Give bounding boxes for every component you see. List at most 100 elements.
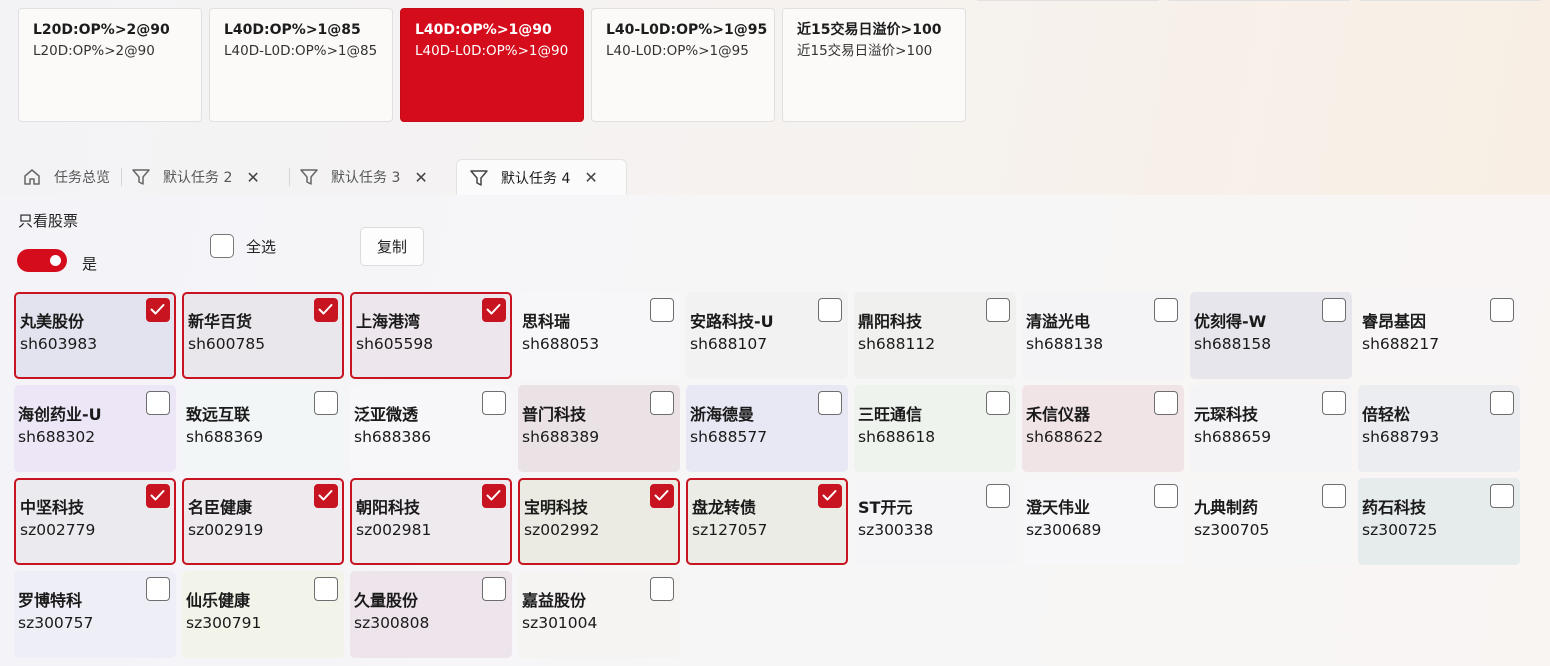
close-icon[interactable]: ✕ [584, 168, 597, 187]
tab-task-3[interactable]: 默认任务 3 ✕ [299, 159, 428, 195]
stock-card[interactable]: 元琛科技 sh688659 [1190, 385, 1352, 472]
toggle-knob [50, 255, 61, 266]
stock-card[interactable]: 罗博特科 sz300757 [14, 571, 176, 658]
close-icon[interactable]: ✕ [414, 168, 427, 187]
stock-code: sz002919 [188, 521, 264, 539]
checkbox[interactable] [1154, 484, 1178, 508]
stock-code: sz300791 [186, 614, 262, 632]
checkbox-checked[interactable] [650, 484, 674, 508]
checkbox-checked[interactable] [146, 298, 170, 322]
checkbox[interactable] [1322, 484, 1346, 508]
stock-code: sh688053 [522, 335, 600, 353]
checkbox[interactable] [1490, 391, 1514, 415]
stock-name: 普门科技 [522, 405, 587, 424]
stock-code: sh688112 [858, 335, 936, 353]
stock-card[interactable]: 新华百货 sh600785 [182, 292, 344, 379]
checkbox[interactable] [818, 391, 842, 415]
stock-name: 清溢光电 [1026, 312, 1091, 331]
filter-card-title: L40D:OP%>1@90 [415, 22, 552, 38]
checkbox[interactable] [314, 391, 338, 415]
check-icon [486, 304, 501, 315]
stock-code: sz300757 [18, 614, 94, 632]
stock-card[interactable]: ST开元 sz300338 [854, 478, 1016, 565]
stock-card[interactable]: 盘龙转债 sz127057 [686, 478, 848, 565]
stock-card[interactable]: 久量股份 sz300808 [350, 571, 512, 658]
filter-card-title: L40-L0D:OP%>1@95 [606, 22, 768, 38]
checkbox[interactable] [650, 391, 674, 415]
stock-card[interactable]: 海创药业-U sh688302 [14, 385, 176, 472]
stock-card[interactable]: 浙海德曼 sh688577 [686, 385, 848, 472]
checkbox[interactable] [986, 484, 1010, 508]
stock-name: 中坚科技 [20, 498, 85, 517]
checkbox[interactable] [482, 577, 506, 601]
checkbox[interactable] [146, 391, 170, 415]
checkbox[interactable] [1322, 298, 1346, 322]
stock-card[interactable]: 安路科技-U sh688107 [686, 292, 848, 379]
stock-card[interactable]: 思科瑞 sh688053 [518, 292, 680, 379]
checkbox-checked[interactable] [818, 484, 842, 508]
checkbox[interactable] [314, 577, 338, 601]
stock-card[interactable]: 澄天伟业 sz300689 [1022, 478, 1184, 565]
stock-card[interactable]: 睿昂基因 sh688217 [1358, 292, 1520, 379]
stock-card[interactable]: 三旺通信 sh688618 [854, 385, 1016, 472]
checkbox[interactable] [986, 298, 1010, 322]
tab-task-4[interactable]: 默认任务 4 ✕ [456, 159, 627, 195]
stock-card[interactable]: 丸美股份 sh603983 [14, 292, 176, 379]
checkbox[interactable] [818, 298, 842, 322]
stock-name: 仙乐健康 [186, 591, 251, 610]
stock-code: sz301004 [522, 614, 598, 632]
tab-task-2[interactable]: 默认任务 2 ✕ [131, 159, 260, 195]
filter-card-1[interactable]: L20D:OP%>2@90 L20D:OP%>2@90 [18, 8, 202, 122]
tab-label: 默认任务 2 [163, 170, 233, 186]
stock-card[interactable]: 嘉益股份 sz301004 [518, 571, 680, 658]
stock-card[interactable]: 朝阳科技 sz002981 [350, 478, 512, 565]
stock-card[interactable]: 泛亚微透 sh688386 [350, 385, 512, 472]
checkbox-checked[interactable] [314, 298, 338, 322]
stock-card[interactable]: 名臣健康 sz002919 [182, 478, 344, 565]
stock-card[interactable]: 宝明科技 sz002992 [518, 478, 680, 565]
checkbox[interactable] [146, 577, 170, 601]
checkbox-checked[interactable] [146, 484, 170, 508]
stock-card[interactable]: 中坚科技 sz002779 [14, 478, 176, 565]
checkbox-checked[interactable] [482, 484, 506, 508]
select-all-label: 全选 [246, 238, 277, 256]
filter-card-2[interactable]: L40D:OP%>1@85 L40D-L0D:OP%>1@85 [209, 8, 393, 122]
select-all-checkbox[interactable] [210, 234, 234, 258]
checkbox-checked[interactable] [482, 298, 506, 322]
check-icon [654, 490, 669, 501]
stock-code: sh605598 [356, 335, 434, 353]
filter-card-3-selected[interactable]: L40D:OP%>1@90 L40D-L0D:OP%>1@90 [400, 8, 584, 122]
stock-card[interactable]: 药石科技 sz300725 [1358, 478, 1520, 565]
stock-card[interactable]: 优刻得-W sh688158 [1190, 292, 1352, 379]
stock-card[interactable]: 九典制药 sz300705 [1190, 478, 1352, 565]
stock-code: sz300338 [858, 521, 934, 539]
checkbox[interactable] [650, 577, 674, 601]
checkbox[interactable] [1154, 391, 1178, 415]
checkbox[interactable] [1490, 484, 1514, 508]
stock-card[interactable]: 清溢光电 sh688138 [1022, 292, 1184, 379]
checkbox[interactable] [1490, 298, 1514, 322]
stock-code: sz127057 [692, 521, 768, 539]
only-stocks-toggle[interactable] [17, 249, 67, 272]
stock-card[interactable]: 上海港湾 sh605598 [350, 292, 512, 379]
stock-code: sz300725 [1362, 521, 1438, 539]
close-icon[interactable]: ✕ [246, 168, 259, 187]
copy-button[interactable]: 复制 [360, 227, 424, 266]
tab-overview[interactable]: 任务总览 [18, 159, 110, 195]
stock-card[interactable]: 鼎阳科技 sh688112 [854, 292, 1016, 379]
stock-card[interactable]: 仙乐健康 sz300791 [182, 571, 344, 658]
stock-card[interactable]: 致远互联 sh688369 [182, 385, 344, 472]
stock-name: 浙海德曼 [690, 405, 755, 424]
checkbox[interactable] [1322, 391, 1346, 415]
stock-card[interactable]: 倍轻松 sh688793 [1358, 385, 1520, 472]
filter-card-5[interactable]: 近15交易日溢价>100 近15交易日溢价>100 [782, 8, 966, 122]
checkbox[interactable] [986, 391, 1010, 415]
stock-card[interactable]: 禾信仪器 sh688622 [1022, 385, 1184, 472]
tab-label: 默认任务 4 [501, 170, 571, 187]
checkbox[interactable] [650, 298, 674, 322]
checkbox[interactable] [1154, 298, 1178, 322]
filter-card-4[interactable]: L40-L0D:OP%>1@95 L40-L0D:OP%>1@95 [591, 8, 775, 122]
checkbox[interactable] [482, 391, 506, 415]
stock-card[interactable]: 普门科技 sh688389 [518, 385, 680, 472]
checkbox-checked[interactable] [314, 484, 338, 508]
